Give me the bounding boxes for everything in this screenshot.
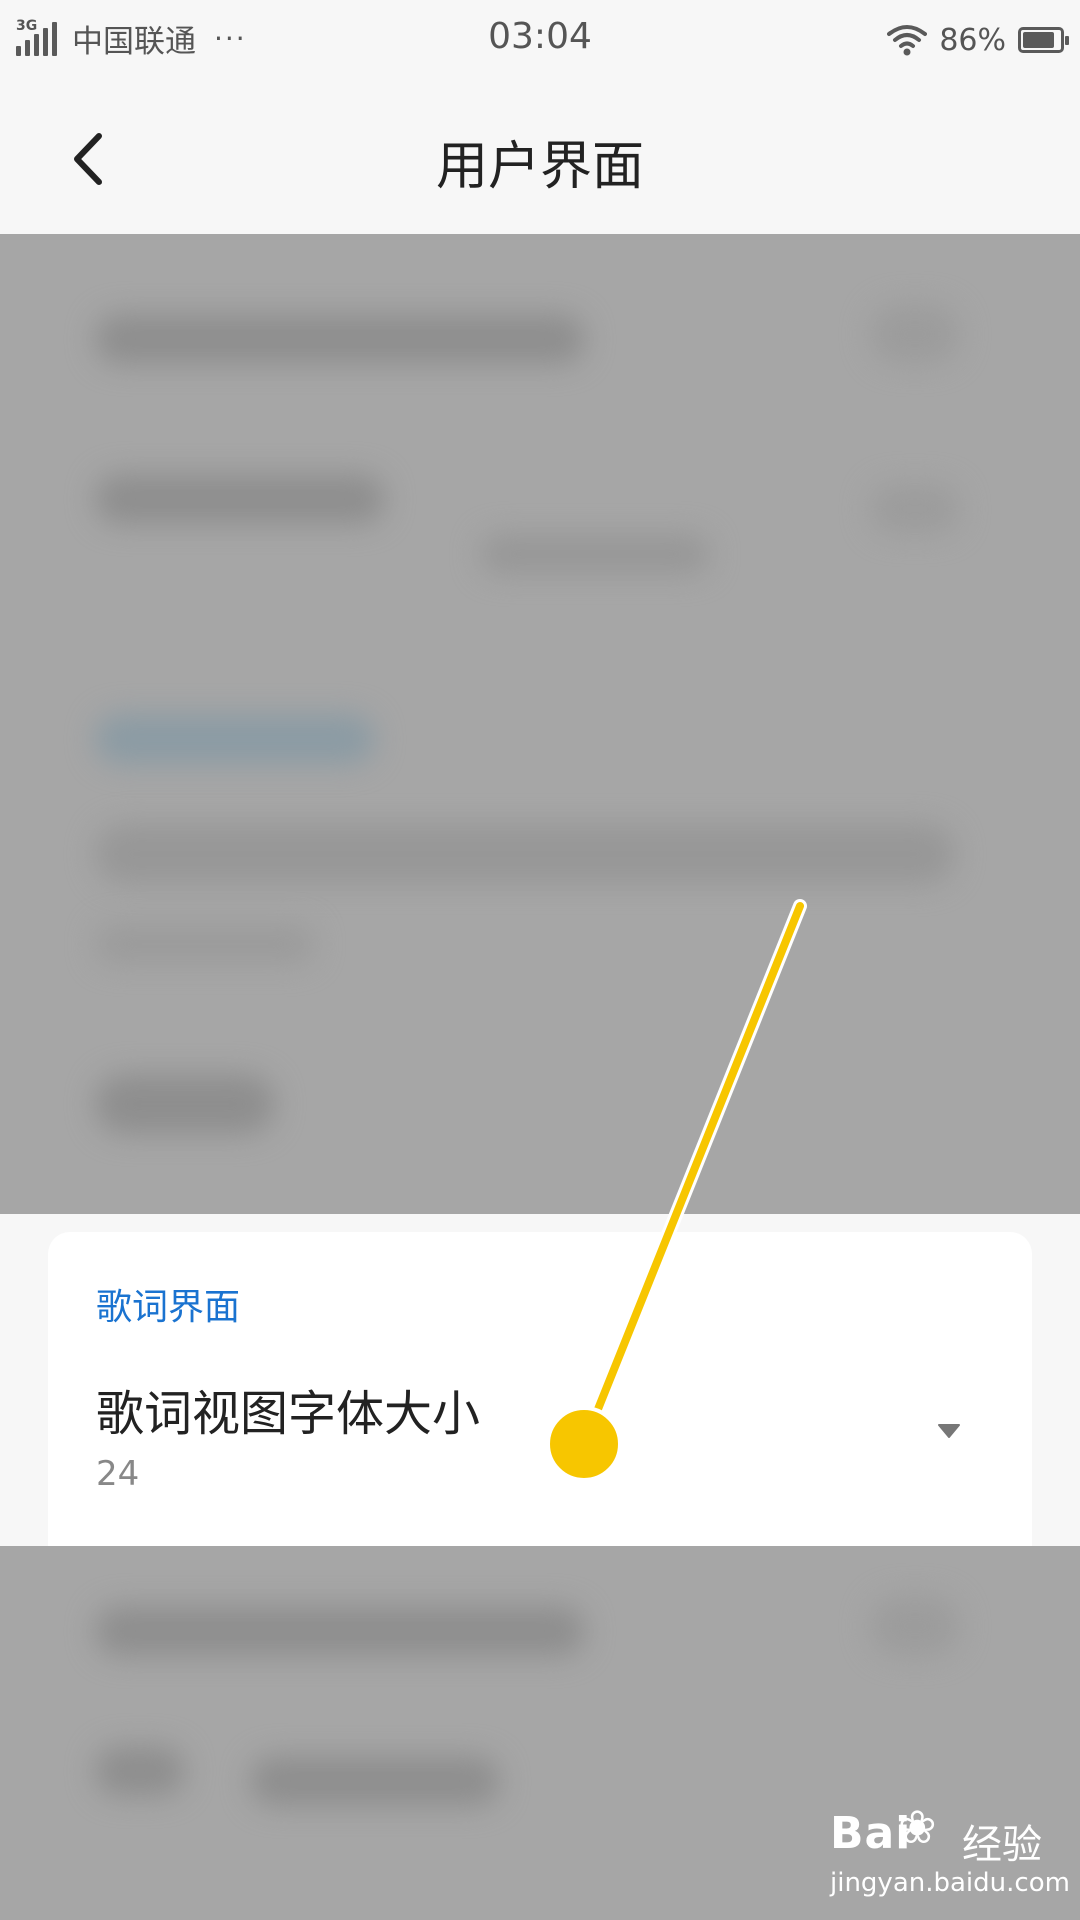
battery-fill xyxy=(1023,32,1054,48)
paw-icon: ❀ xyxy=(898,1800,937,1854)
lyrics-settings-card: 歌词界面 歌词视图字体大小 24 xyxy=(48,1232,1032,1546)
preference-value: 24 xyxy=(96,1454,140,1494)
wifi-icon xyxy=(887,25,928,56)
page-title: 用户界面 xyxy=(435,137,644,197)
battery-percent: 86% xyxy=(939,22,1006,58)
watermark-brand-cn: 经验 xyxy=(962,1822,1042,1868)
app-header: 用户界面 xyxy=(0,78,1080,234)
blurred-content-top xyxy=(0,234,1080,1214)
battery-icon xyxy=(1018,27,1069,53)
status-bar: 3G 中国联通 ··· 03:04 86% xyxy=(0,0,1080,78)
lyrics-font-size-preference[interactable]: 歌词视图字体大小 24 xyxy=(48,1362,1032,1546)
dropdown-arrow-icon[interactable] xyxy=(936,1418,962,1444)
watermark-url: jingyan.baidu.com xyxy=(830,1868,1070,1898)
preference-title: 歌词视图字体大小 xyxy=(96,1386,481,1442)
section-title: 歌词界面 xyxy=(96,1287,241,1328)
status-bar-right: 86% xyxy=(887,18,1069,62)
baidu-watermark: Bai ❀ 经验 jingyan.baidu.com xyxy=(822,1800,1070,1910)
